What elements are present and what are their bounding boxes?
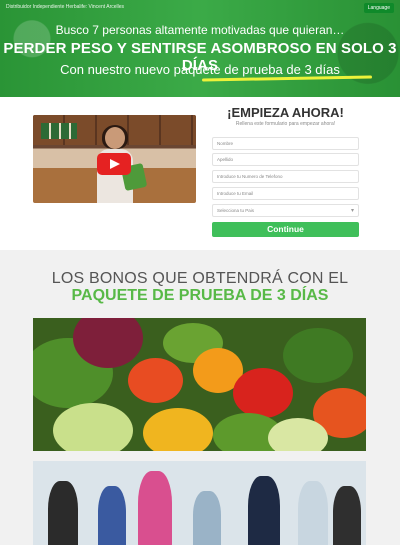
salad-image [33, 318, 366, 451]
hero-subheadline: Con nuestro nuevo paquete de prueba de 3… [60, 62, 340, 77]
video-products [41, 123, 77, 139]
language-button[interactable]: Language [363, 3, 394, 13]
form-subtitle: Rellena este formulario para empezar aho… [235, 121, 336, 127]
youtube-play-icon[interactable] [97, 153, 131, 175]
bonus-section: LOS BONOS QUE OBTENDRÁ CON EL PAQUETE DE… [0, 260, 400, 545]
phone-field[interactable]: Introduce tu Numero de Telefono [212, 170, 359, 183]
email-field[interactable]: Introduce tu Email [212, 187, 359, 200]
fitness-class-image [33, 461, 366, 545]
chevron-down-icon: ▾ [350, 208, 354, 214]
intro-video[interactable] [33, 115, 196, 203]
hero-banner: Distribuidor Independiente Herbalife: Vi… [0, 0, 400, 97]
bonus-title-line-1: LOS BONOS QUE OBTENDRÁ CON EL [51, 270, 349, 287]
distributor-label: Distribuidor Independiente Herbalife: Vi… [6, 4, 125, 10]
hero-line-1: Busco 7 personas altamente motivadas que… [55, 23, 345, 37]
signup-form: ¡EMPIEZA AHORA! Rellena este formulario … [212, 97, 359, 250]
country-select[interactable]: Selecciona tu Pais ▾ [212, 204, 359, 217]
first-name-field[interactable]: Nombre [212, 137, 359, 150]
form-title: ¡EMPIEZA AHORA! [227, 105, 344, 120]
bonus-title-line-2: PAQUETE DE PRUEBA DE 3 DÍAS [71, 287, 329, 304]
signup-section: ¡EMPIEZA AHORA! Rellena este formulario … [0, 97, 400, 250]
last-name-field[interactable]: Apellido [212, 153, 359, 166]
continue-button[interactable]: Continue [212, 222, 359, 237]
